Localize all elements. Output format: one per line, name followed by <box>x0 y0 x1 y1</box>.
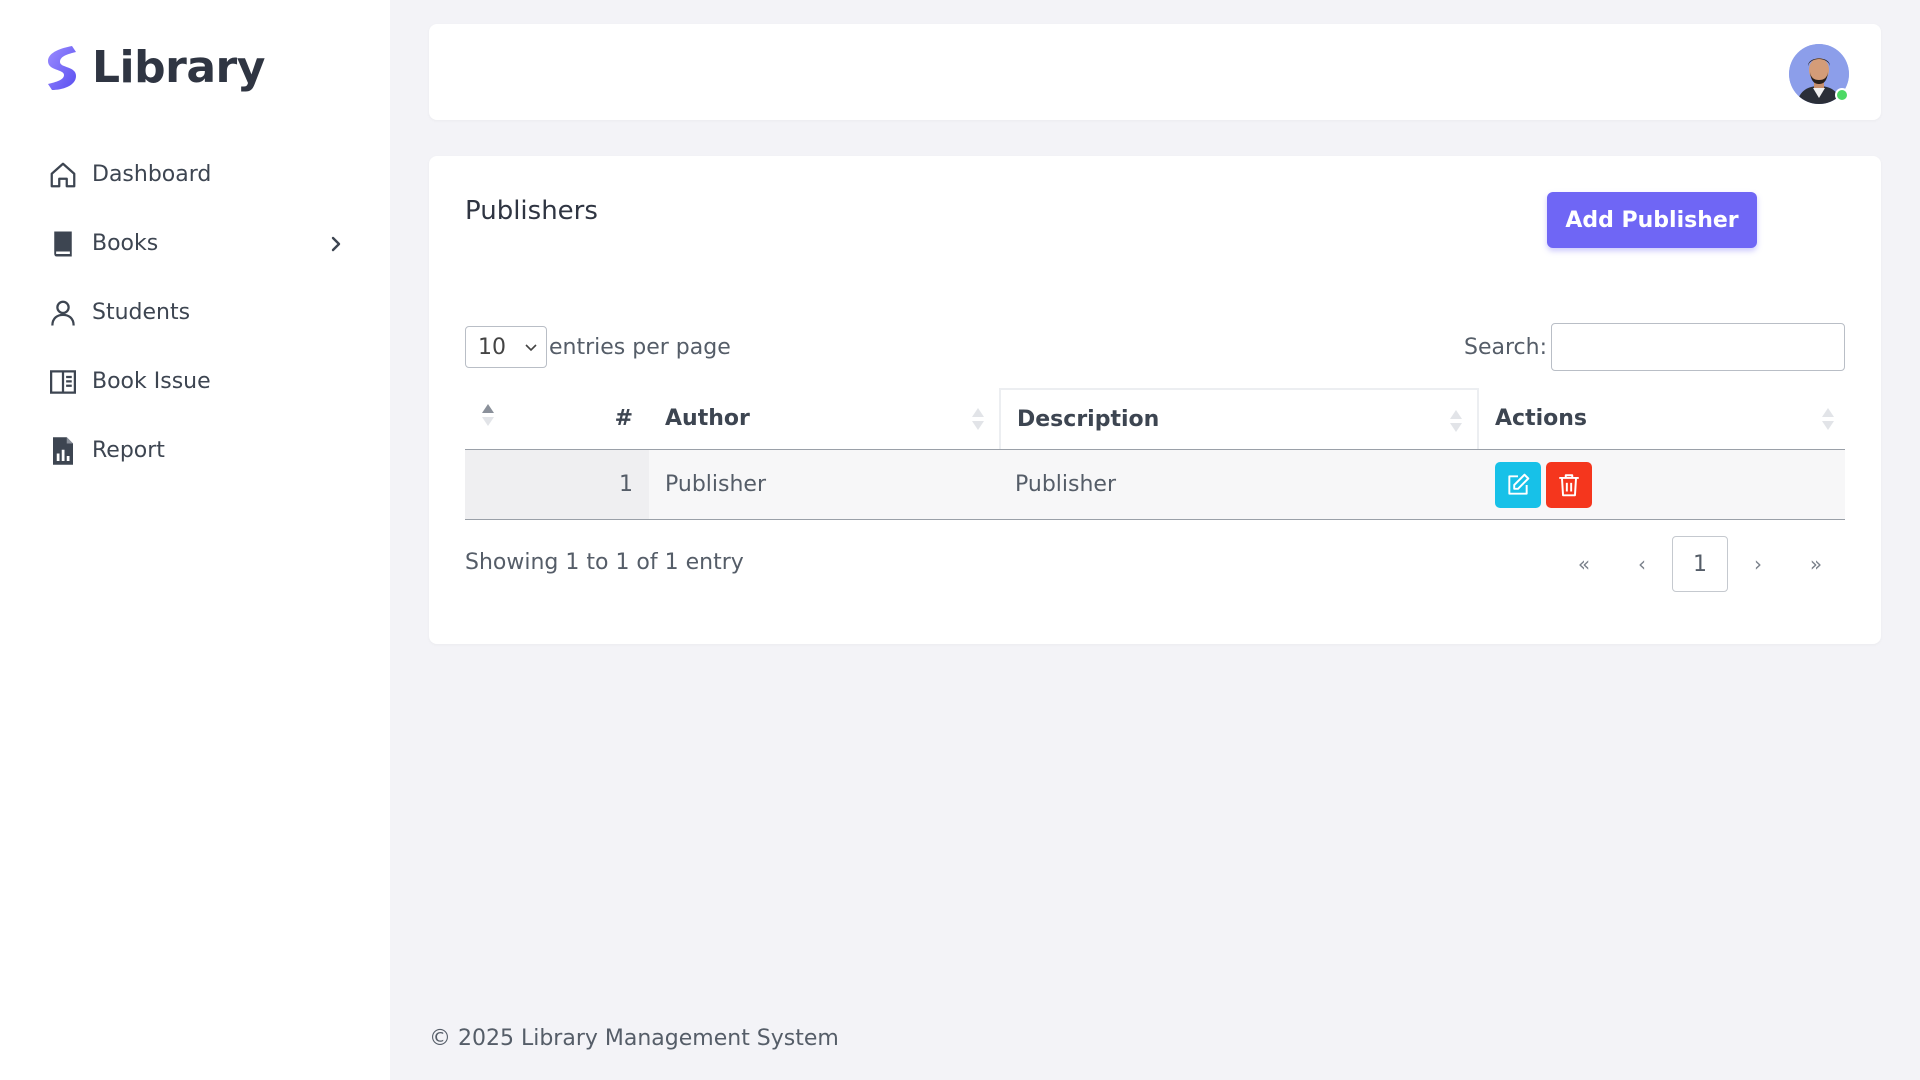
cell-author: Publisher <box>665 472 766 497</box>
pagination: « ‹ 1 › » <box>1555 536 1845 592</box>
report-file-icon <box>46 434 80 468</box>
page-title: Publishers <box>465 196 598 226</box>
page-button-current[interactable]: 1 <box>1672 536 1728 592</box>
table-row: 1 Publisher Publisher <box>465 450 1845 520</box>
cell-description: Publisher <box>1015 472 1116 497</box>
sidebar-item-label: Book Issue <box>92 369 211 394</box>
entries-per-page-value: 10 <box>478 334 506 360</box>
column-header-description[interactable]: Description <box>999 388 1479 449</box>
sidebar-nav: Dashboard Books Students Book Issue Repo… <box>46 140 346 485</box>
column-header-label: Author <box>665 406 750 431</box>
chevron-right-icon[interactable] <box>326 234 346 254</box>
sidebar: Library Dashboard Books Students Book Is… <box>0 0 390 1080</box>
brand-name: Library <box>92 42 265 93</box>
sidebar-item-label: Dashboard <box>92 162 212 187</box>
search-label: Search: <box>1464 334 1547 360</box>
top-header <box>429 24 1881 120</box>
chevron-down-icon <box>525 344 537 352</box>
home-icon <box>46 158 80 192</box>
publishers-card: Publishers Add Publisher 10 entries per … <box>429 156 1881 644</box>
search-input[interactable] <box>1551 323 1845 371</box>
edit-icon <box>1508 473 1530 495</box>
publishers-table: # Author Description Actions 1 Publisher… <box>465 388 1845 520</box>
sort-icon <box>972 408 984 430</box>
user-icon <box>46 296 80 330</box>
footer-copyright: © 2025 Library Management System <box>429 1026 839 1051</box>
table-info: Showing 1 to 1 of 1 entry <box>465 550 744 575</box>
column-header-label: Description <box>1017 407 1160 432</box>
prev-page-button[interactable]: ‹ <box>1613 536 1671 592</box>
sidebar-item-books[interactable]: Books <box>46 209 346 278</box>
avatar[interactable] <box>1789 44 1849 104</box>
cell-number: 1 <box>465 450 649 519</box>
column-header-label: Actions <box>1495 406 1587 431</box>
sort-asc-icon <box>482 404 494 426</box>
entries-length-control: 10 entries per page <box>465 326 731 368</box>
sidebar-item-report[interactable]: Report <box>46 416 346 485</box>
table-search: Search: <box>1464 323 1845 371</box>
trash-icon <box>1559 473 1579 496</box>
last-page-button[interactable]: » <box>1787 536 1845 592</box>
online-status-dot <box>1835 88 1849 102</box>
sidebar-item-label: Students <box>92 300 191 325</box>
book-icon <box>46 227 80 261</box>
sidebar-item-label: Report <box>92 438 165 463</box>
column-header-label: # <box>614 406 633 431</box>
entries-per-page-label: entries per page <box>549 334 731 360</box>
column-header-author[interactable]: Author <box>649 388 999 449</box>
first-page-button[interactable]: « <box>1555 536 1613 592</box>
library-logo-icon <box>48 45 76 90</box>
brand[interactable]: Library <box>46 42 265 93</box>
cell-actions <box>1479 450 1845 519</box>
edit-button[interactable] <box>1495 461 1541 508</box>
table-header: # Author Description Actions <box>465 388 1845 450</box>
sidebar-item-book-issue[interactable]: Book Issue <box>46 347 346 416</box>
add-publisher-button[interactable]: Add Publisher <box>1547 192 1757 248</box>
entries-per-page-select[interactable]: 10 <box>465 326 547 368</box>
delete-button[interactable] <box>1546 461 1592 508</box>
column-header-actions[interactable]: Actions <box>1479 388 1845 449</box>
sort-icon <box>1822 408 1834 430</box>
sort-icon <box>1450 410 1462 432</box>
book-open-icon <box>46 365 80 399</box>
column-header-number[interactable]: # <box>465 388 649 449</box>
sidebar-item-dashboard[interactable]: Dashboard <box>46 140 346 209</box>
sidebar-item-students[interactable]: Students <box>46 278 346 347</box>
sidebar-item-label: Books <box>92 231 159 256</box>
next-page-button[interactable]: › <box>1729 536 1787 592</box>
